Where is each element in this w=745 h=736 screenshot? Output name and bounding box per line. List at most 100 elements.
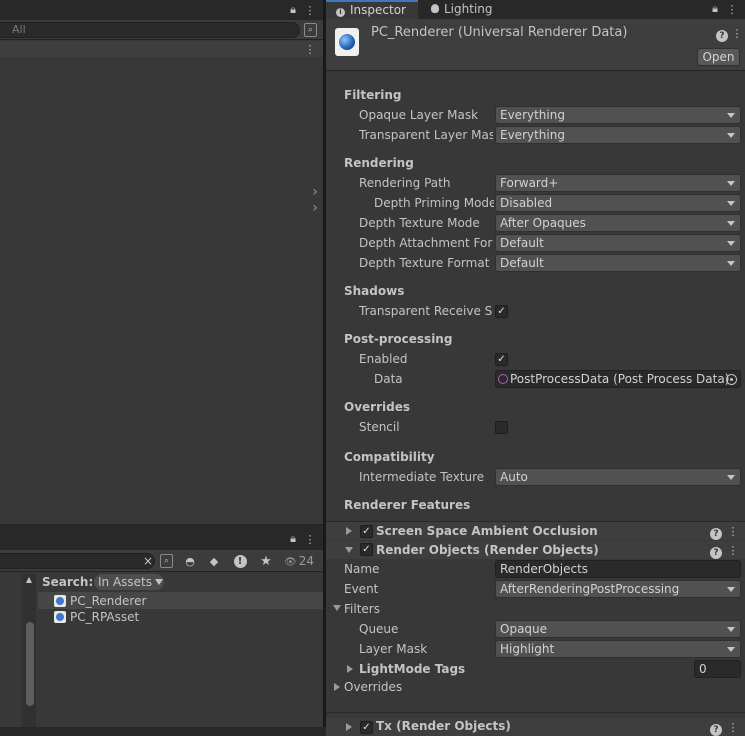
help-icon[interactable]: ? (710, 525, 722, 540)
search-filter-icon[interactable]: ⌕ (304, 23, 317, 37)
feature-overrides-label[interactable]: Overrides (344, 677, 402, 697)
search-placeholder: All (12, 23, 26, 36)
scope-dropdown[interactable]: In Assets (94, 574, 164, 590)
hierarchy-panel: 🔒︎ ⋮ All ⌕ ⋮ › › (0, 0, 323, 524)
clear-search-icon[interactable]: × (142, 553, 154, 569)
post-enabled-checkbox[interactable]: ✓ (495, 353, 508, 366)
dropdown-value: Auto (500, 470, 528, 484)
scroll-up-icon[interactable]: ▲ (24, 574, 34, 584)
post-data-label: Data (374, 372, 403, 386)
kebab-menu-icon[interactable]: ⋮ (304, 2, 316, 18)
queue-dropdown[interactable]: Opaque (495, 620, 741, 638)
tab-lighting-label: Lighting (444, 2, 493, 16)
object-field-value: PostProcessData (Post Process Data) (510, 372, 730, 386)
stencil-label: Stencil (359, 420, 400, 434)
transparent-receive-shadows-label: Transparent Receive Shadows (359, 304, 493, 318)
post-data-object-field[interactable]: PostProcessData (Post Process Data) (495, 370, 741, 388)
search-filter-icon[interactable]: ⌕ (160, 554, 173, 568)
kebab-menu-icon[interactable]: ⋮ (726, 1, 738, 17)
depth-texture-format-dropdown[interactable]: Default (495, 254, 741, 272)
next-feature-checkbox[interactable]: ✓ (360, 721, 373, 734)
ssao-enabled-checkbox[interactable]: ✓ (360, 525, 373, 538)
kebab-menu-icon[interactable]: ⋮ (304, 531, 316, 547)
opaque-layer-mask-label: Opaque Layer Mask (359, 108, 479, 122)
dropdown-value: AfterRenderingPostProcessing (500, 582, 680, 596)
kebab-menu-icon[interactable]: ⋮ (728, 523, 739, 539)
chevron-right-icon[interactable]: › (310, 184, 320, 200)
tab-inspector-label: Inspector (350, 3, 406, 17)
hidden-count-badge[interactable]: 👁︎ 24 (284, 553, 320, 569)
section-shadows: Shadows (344, 284, 405, 298)
open-button[interactable]: Open (697, 48, 740, 66)
eye-icon: 👁︎ (284, 557, 297, 568)
depth-priming-mode-dropdown[interactable]: Disabled (495, 194, 741, 212)
tab-inspector[interactable]: i Inspector (326, 0, 418, 19)
help-icon[interactable]: ? (710, 721, 722, 736)
help-icon[interactable]: ? (716, 27, 728, 42)
transparent-layer-mask-label: Transparent Layer Mask (359, 128, 493, 142)
chevron-right-icon[interactable]: › (310, 200, 320, 216)
hierarchy-search-input[interactable]: All (0, 22, 300, 38)
feature-name-input[interactable]: RenderObjects (495, 560, 741, 578)
chevron-down-icon (727, 587, 735, 592)
checkmark-icon: ✓ (497, 306, 506, 317)
kebab-menu-icon[interactable]: ⋮ (304, 41, 316, 57)
expand-arrow-icon[interactable] (346, 527, 352, 535)
depth-texture-format-label: Depth Texture Format (359, 256, 490, 270)
lock-icon[interactable]: 🔒︎ (286, 2, 300, 18)
project-search-input[interactable] (0, 553, 155, 569)
dropdown-value: Default (500, 236, 544, 250)
dropdown-value: Highlight (500, 642, 555, 656)
dropdown-value: Default (500, 256, 544, 270)
filters-foldout-icon[interactable] (333, 605, 341, 611)
list-item[interactable]: PC_RPAsset (54, 609, 139, 625)
kebab-menu-icon[interactable]: ⋮ (728, 542, 739, 558)
stencil-checkbox[interactable] (495, 421, 508, 434)
list-item[interactable]: PC_Renderer (54, 593, 146, 609)
render-objects-title: Render Objects (Render Objects) (376, 543, 599, 557)
type-filter-icon[interactable]: ◓ (182, 553, 198, 569)
help-icon[interactable]: ? (710, 544, 722, 559)
warning-filter-icon[interactable]: ! (232, 553, 248, 569)
pipeline-asset-icon (54, 611, 66, 623)
event-dropdown[interactable]: AfterRenderingPostProcessing (495, 580, 741, 598)
asset-name: PC_Renderer (70, 594, 147, 608)
dropdown-value: Everything (500, 128, 565, 142)
kebab-menu-icon[interactable]: ⋮ (728, 719, 739, 735)
lock-icon[interactable]: 🔒︎ (286, 531, 300, 547)
favorite-star-icon[interactable]: ★ (258, 553, 274, 569)
lightmode-foldout-icon[interactable] (347, 665, 353, 673)
kebab-menu-icon[interactable]: ⋮ (732, 25, 743, 41)
filters-label[interactable]: Filters (344, 599, 380, 619)
project-panel: 🔒︎ ⋮ × ⌕ ◓ ◆ ! ★ 👁︎ 24 ▲ Search: In Asset… (0, 526, 323, 727)
rendering-path-dropdown[interactable]: Forward+ (495, 174, 741, 192)
chevron-down-icon (727, 201, 735, 206)
intermediate-texture-dropdown[interactable]: Auto (495, 468, 741, 486)
tab-lighting[interactable]: Lighting (422, 1, 506, 19)
lock-icon[interactable]: 🔒︎ (708, 1, 722, 17)
inspector-panel: i Inspector Lighting 🔒︎ ⋮ PC_Renderer (Un… (326, 0, 745, 736)
scroll-thumb[interactable] (26, 622, 34, 706)
lightmode-tags-count-input[interactable]: 0 (694, 660, 741, 678)
depth-texture-mode-dropdown[interactable]: After Opaques (495, 214, 741, 232)
expand-arrow-icon[interactable] (346, 723, 352, 731)
collapse-arrow-icon[interactable] (345, 547, 353, 553)
overrides-foldout-icon[interactable] (334, 683, 340, 691)
render-objects-enabled-checkbox[interactable]: ✓ (360, 543, 373, 556)
transparent-receive-shadows-checkbox[interactable]: ✓ (495, 305, 508, 318)
scope-label: In Assets (98, 575, 153, 589)
section-overrides: Overrides (344, 400, 410, 414)
layer-mask-dropdown[interactable]: Highlight (495, 640, 741, 658)
hidden-count: 24 (298, 554, 314, 568)
object-picker-icon[interactable] (726, 374, 737, 385)
dropdown-value: Opaque (500, 622, 548, 636)
transparent-layer-mask-dropdown[interactable]: Everything (495, 126, 741, 144)
label-filter-icon[interactable]: ◆ (206, 553, 222, 569)
opaque-layer-mask-dropdown[interactable]: Everything (495, 106, 741, 124)
hierarchy-subheader (0, 41, 323, 57)
next-feature-title: Tx (Render Objects) (376, 719, 511, 733)
info-icon: i (336, 8, 345, 17)
lightmode-tags-label[interactable]: LightMode Tags (359, 659, 465, 679)
queue-label: Queue (359, 622, 399, 636)
depth-attachment-format-dropdown[interactable]: Default (495, 234, 741, 252)
